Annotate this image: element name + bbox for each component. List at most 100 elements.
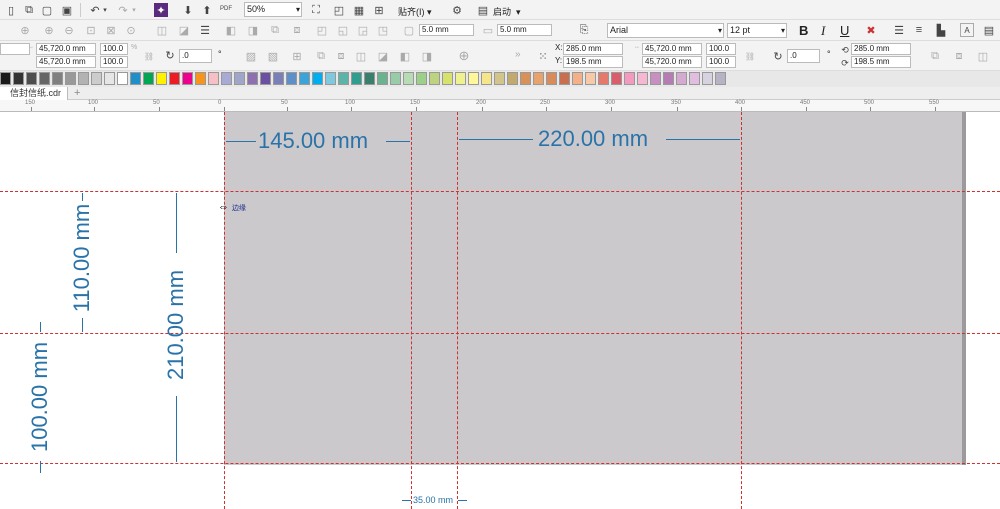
color-swatch[interactable] [572,72,583,85]
color-swatch[interactable] [260,72,271,85]
color-swatch[interactable] [468,72,479,85]
redo-dropdown-icon[interactable]: ▾ [130,3,138,17]
color-swatch[interactable] [78,72,89,85]
dimension-110-label[interactable]: 110.00 mm [69,198,94,318]
outline-icon[interactable]: ▢ [402,23,416,37]
underline-button[interactable]: U [840,23,849,38]
color-swatch[interactable] [234,72,245,85]
outline-width-field-2[interactable]: 5.0 mm [497,24,552,36]
arrange-icon[interactable]: ⧉ [314,49,328,63]
horizontal-guideline[interactable] [0,463,1000,464]
color-swatch[interactable] [520,72,531,85]
color-swatch[interactable] [559,72,570,85]
undo-icon[interactable]: ↶ [88,3,102,17]
object-width-field[interactable]: 45,720.0 mm [36,43,96,55]
size-scale-y-field[interactable]: 100.0 [706,56,736,68]
size-width-field[interactable]: 45,720.0 mm [642,43,702,55]
vertical-guideline[interactable] [224,112,225,509]
color-swatch[interactable] [494,72,505,85]
color-swatch[interactable] [364,72,375,85]
color-swatch[interactable] [702,72,713,85]
arrange-3-icon[interactable]: ◫ [354,49,368,63]
color-swatch[interactable] [390,72,401,85]
color-swatch[interactable] [507,72,518,85]
scale-x-field[interactable]: 100.0 [100,43,128,55]
break-apart-icon[interactable]: ⧈ [290,23,304,37]
zoom-page-icon[interactable]: ⊙ [124,23,138,37]
zoom-selected-icon[interactable]: ⊡ [84,23,98,37]
color-swatch[interactable] [52,72,63,85]
dimension-220-label[interactable]: 220.00 mm [538,127,648,151]
rotation-field-2[interactable]: .0 [787,49,820,63]
bold-button[interactable]: B [799,23,808,38]
color-swatch[interactable] [325,72,336,85]
weld-icon[interactable]: ◰ [315,23,329,37]
size-height-field[interactable]: 45,720.0 mm [642,56,702,68]
import-icon[interactable]: ⧉ [22,3,36,17]
zoom-out-icon[interactable]: ⊖ [62,23,76,37]
color-swatch[interactable] [351,72,362,85]
lock-ratio-icon[interactable]: ⛓ [142,49,156,63]
horizontal-guideline[interactable] [0,191,1000,192]
dimension-210-label[interactable]: 210.00 mm [163,255,188,395]
cut-off-field[interactable] [0,43,30,55]
paste-icon[interactable]: ▣ [60,3,74,17]
arrange-2-icon[interactable]: ⧈ [334,49,348,63]
simplify-icon[interactable]: ◳ [376,23,390,37]
delete-icon[interactable]: ✖ [864,23,878,37]
order-back-icon[interactable]: ◨ [246,23,260,37]
object-height-field[interactable]: 45,720.0 mm [36,56,96,68]
horizontal-ruler[interactable]: 150 100 50 0 50 100 150 200 250 300 350 400 450 500 55… [0,100,1000,112]
color-swatch[interactable] [650,72,661,85]
position-x-field[interactable]: 285.0 mm [563,43,623,55]
color-swatch[interactable] [117,72,128,85]
center-y-field[interactable]: 198.5 mm [851,56,911,68]
trim-icon[interactable]: ◱ [336,23,350,37]
intersect-icon[interactable]: ◲ [356,23,370,37]
color-swatch[interactable] [429,72,440,85]
combine-icon[interactable]: ⧉ [268,23,282,37]
new-document-icon[interactable]: ▯ [4,3,18,17]
overflow-icon[interactable]: » [515,49,521,60]
color-swatch[interactable] [338,72,349,85]
outline-width-field[interactable]: 5.0 mm [419,24,474,36]
size-scale-x-field[interactable]: 100.0 [706,43,736,55]
color-swatch[interactable] [104,72,115,85]
color-swatch[interactable] [247,72,258,85]
font-name-select[interactable]: Arial ▾ [607,23,724,38]
color-swatch[interactable] [689,72,700,85]
color-swatch[interactable] [39,72,50,85]
align-text-icon[interactable]: ≡ [912,23,926,37]
scale-y-field[interactable]: 100.0 [100,56,128,68]
dimension-145-label[interactable]: 145.00 mm [258,129,368,153]
document-tab[interactable]: 信封信纸.cdr [0,87,69,100]
vertical-guideline[interactable] [457,112,458,509]
text-direction-icon[interactable]: ▤ [982,23,996,37]
outline-pen-icon[interactable]: ▭ [481,23,495,37]
color-swatch[interactable] [0,72,11,85]
color-swatch[interactable] [299,72,310,85]
color-swatch[interactable] [65,72,76,85]
vertical-guideline[interactable] [411,112,412,509]
show-guidelines-icon[interactable]: ⊞ [372,3,386,17]
color-swatch[interactable] [130,72,141,85]
arrange-4-icon[interactable]: ◪ [376,49,390,63]
zoom-select[interactable]: 50% ▾ [244,2,302,17]
show-rulers-icon[interactable]: ◰ [332,3,346,17]
show-grid-icon[interactable]: ▦ [352,3,366,17]
color-swatch[interactable] [286,72,297,85]
color-swatch[interactable] [377,72,388,85]
group-icon[interactable]: ◪ [177,23,191,37]
dimension-35-label[interactable]: 35.00 mm [413,495,453,505]
color-swatch[interactable] [455,72,466,85]
color-swatch[interactable] [208,72,219,85]
color-swatch[interactable] [273,72,284,85]
corel-app-icon[interactable]: ✦ [154,3,168,17]
color-swatch[interactable] [13,72,24,85]
vertical-guideline[interactable] [741,112,742,509]
launch-menu[interactable]: 启动 ▾ [493,5,521,18]
color-swatch[interactable] [611,72,622,85]
snap-to-menu[interactable]: 贴齐(I) ▾ [398,5,432,18]
zoom-all-icon[interactable]: ⊠ [104,23,118,37]
color-swatch[interactable] [169,72,180,85]
